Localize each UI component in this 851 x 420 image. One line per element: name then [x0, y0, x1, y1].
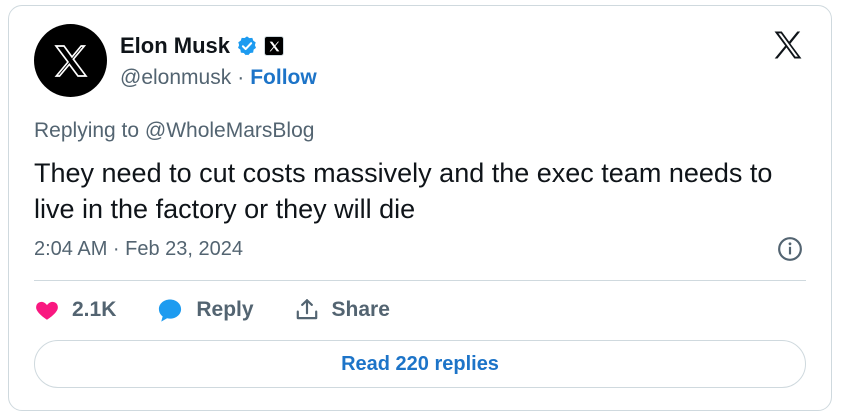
author-name-row: Elon Musk [120, 33, 285, 59]
tweet-text: They need to cut costs massively and the… [34, 158, 773, 224]
avatar[interactable] [34, 24, 107, 97]
heart-icon [36, 301, 58, 320]
handle-separator: · [237, 66, 245, 89]
tweet-timestamp[interactable]: 2:04 AM · Feb 23, 2024 [34, 238, 243, 261]
x-logo-icon [53, 44, 88, 77]
share-icon [296, 299, 317, 320]
reply-bubble-icon [159, 299, 182, 322]
x-logo-icon[interactable] [771, 28, 805, 62]
follow-button[interactable]: Follow [250, 66, 317, 90]
x-affiliate-badge-icon[interactable] [264, 36, 285, 56]
divider [34, 280, 806, 281]
tweet-card: Elon Musk @elonmusk · Follow Replying to… [8, 5, 832, 411]
author-handle[interactable]: @elonmusk [120, 66, 231, 90]
like-button[interactable]: 2.1K [34, 297, 116, 323]
read-replies-button[interactable]: Read 220 replies [34, 340, 806, 388]
reply-button[interactable]: Reply [156, 296, 254, 324]
like-count: 2.1K [72, 298, 117, 321]
share-label: Share [331, 298, 390, 321]
action-bar: 2.1K Reply Share [34, 296, 430, 324]
verified-badge-icon [236, 35, 258, 57]
info-icon[interactable] [777, 236, 803, 262]
reply-label: Reply [196, 298, 254, 321]
author-display-name[interactable]: Elon Musk [120, 33, 230, 59]
replying-to-text[interactable]: Replying to @WholeMarsBlog [34, 119, 314, 143]
share-button[interactable]: Share [294, 297, 390, 323]
author-handle-row: @elonmusk · Follow [120, 66, 317, 90]
